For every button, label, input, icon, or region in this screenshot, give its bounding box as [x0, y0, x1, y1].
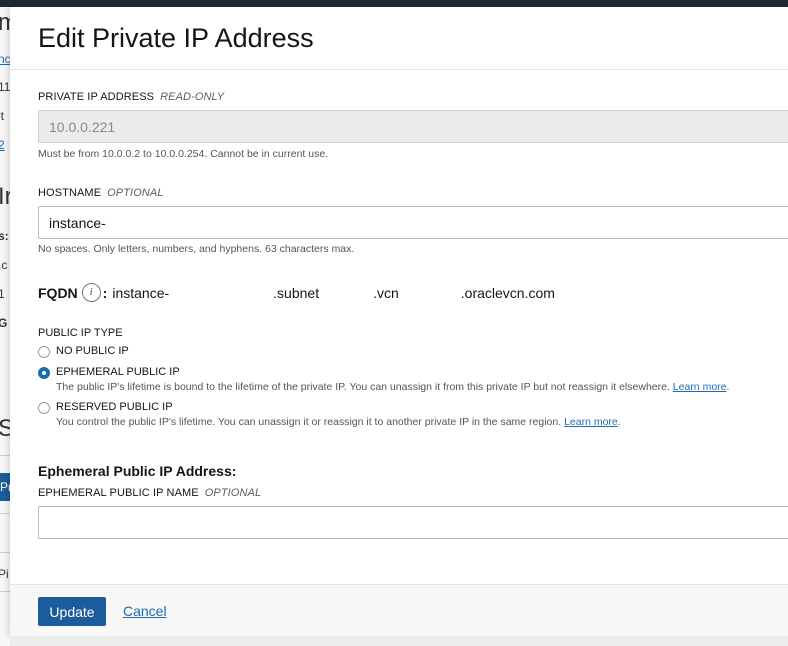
fqdn-part: .vcn: [373, 284, 399, 301]
background-fragment: Pi: [0, 567, 9, 581]
background-fragment: G: [0, 316, 8, 330]
divider: [0, 455, 10, 456]
redaction: [169, 284, 274, 301]
update-button[interactable]: Update: [38, 597, 106, 626]
info-icon[interactable]: i: [81, 283, 101, 302]
radio-label: RESERVED PUBLIC IP: [56, 401, 173, 413]
background-page: m nc 11 it 2 Ir s: .c 1 G S Pr Pi: [0, 7, 10, 646]
background-fragment: s:: [0, 229, 9, 243]
fqdn-part: .oraclevcn.com: [460, 284, 555, 301]
redaction: [319, 284, 374, 301]
optional-qualifier: OPTIONAL: [204, 487, 262, 499]
private-ip-input: [38, 110, 788, 143]
background-fragment: 1: [0, 287, 5, 301]
page-title: Edit Private IP Address: [38, 23, 314, 53]
background-fragment: it: [0, 109, 4, 123]
radio-label: NO PUBLIC IP: [56, 345, 129, 357]
redaction: [398, 284, 461, 301]
radio-ephemeral-public-ip[interactable]: EPHEMERAL PUBLIC IP The public IP's life…: [38, 366, 729, 393]
radio-reserved-public-ip[interactable]: RESERVED PUBLIC IP You control the publi…: [38, 401, 621, 428]
learn-more-link[interactable]: Learn more: [673, 381, 727, 393]
ephemeral-name-label: EPHEMERAL PUBLIC IP NAME OPTIONAL: [38, 487, 262, 499]
hostname-help: No spaces. Only letters, numbers, and hy…: [38, 243, 355, 255]
background-fragment: S: [0, 415, 10, 442]
divider: [0, 591, 10, 592]
edit-private-ip-panel: Edit Private IP Address PRIVATE IP ADDRE…: [10, 7, 788, 637]
radio-label: EPHEMERAL PUBLIC IP: [56, 366, 180, 378]
radio-button[interactable]: [38, 346, 50, 358]
panel-header: Edit Private IP Address: [10, 7, 788, 70]
fqdn-row: FQDN i : instance- .subnet .vcn .oraclev…: [38, 283, 555, 302]
background-fragment: Ir: [0, 183, 10, 210]
radio-no-public-ip[interactable]: NO PUBLIC IP: [38, 345, 129, 358]
fqdn-label: FQDN: [38, 284, 78, 301]
radio-button[interactable]: [38, 402, 50, 414]
optional-qualifier: OPTIONAL: [107, 187, 164, 199]
fqdn-part: .subnet: [273, 284, 320, 301]
background-fragment: 2: [0, 138, 5, 152]
background-fragment: 11: [0, 80, 10, 94]
fqdn-part: instance-: [112, 284, 170, 301]
background-fragment: m: [0, 9, 10, 37]
background-fragment: nc: [0, 52, 10, 66]
private-ip-help: Must be from 10.0.0.2 to 10.0.0.254. Can…: [38, 148, 329, 160]
background-button: Pr: [0, 473, 10, 501]
divider: [0, 552, 10, 553]
radio-description: The public IP's lifetime is bound to the…: [56, 381, 730, 393]
radio-button-selected[interactable]: [38, 367, 50, 379]
bottom-strip: [10, 636, 788, 646]
ephemeral-name-input[interactable]: [38, 506, 788, 539]
hostname-label: HOSTNAME OPTIONAL: [38, 187, 164, 199]
background-fragment: .c: [0, 258, 8, 272]
cancel-link[interactable]: Cancel: [123, 603, 167, 619]
read-only-qualifier: READ-ONLY: [160, 91, 225, 103]
private-ip-label: PRIVATE IP ADDRESS READ-ONLY: [38, 91, 225, 103]
divider: [0, 513, 10, 514]
panel-footer: Update Cancel: [10, 584, 788, 637]
ephemeral-section-heading: Ephemeral Public IP Address:: [38, 463, 237, 479]
radio-description: You control the public IP's lifetime. Yo…: [56, 416, 621, 428]
learn-more-link[interactable]: Learn more: [564, 416, 618, 428]
public-ip-type-label: PUBLIC IP TYPE: [38, 327, 123, 339]
top-bar: [0, 0, 788, 7]
hostname-input[interactable]: [38, 206, 788, 239]
